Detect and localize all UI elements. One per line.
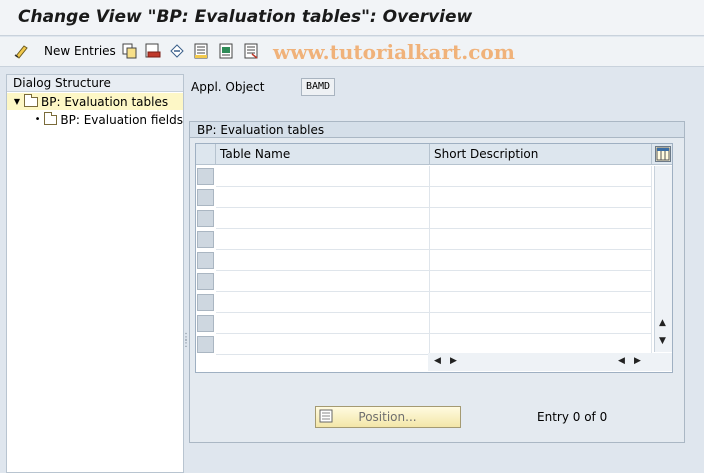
scroll-right-icon[interactable]: ▶: [634, 356, 641, 366]
cell-short-description[interactable]: [430, 313, 652, 334]
position-icon: [319, 409, 333, 426]
edit-glasses-icon: [14, 43, 30, 59]
title-bar: Change View "BP: Evaluation tables": Ove…: [0, 0, 704, 36]
deselect-all-button[interactable]: [243, 42, 259, 60]
row-selector[interactable]: [197, 189, 214, 206]
select-all-icon: [193, 43, 209, 59]
select-all-rows-button[interactable]: [196, 144, 216, 165]
table-row[interactable]: [216, 166, 652, 187]
column-table-name[interactable]: Table Name: [216, 144, 430, 165]
group-title: BP: Evaluation tables: [190, 122, 684, 138]
undo-icon: [169, 43, 185, 59]
cell-table-name[interactable]: [216, 334, 430, 355]
cell-short-description[interactable]: [430, 229, 652, 250]
cell-short-description[interactable]: [430, 292, 652, 313]
cell-table-name[interactable]: [216, 250, 430, 271]
pane-splitter-handle[interactable]: ⋮ ⋮: [181, 333, 191, 355]
cell-table-name[interactable]: [216, 313, 430, 334]
delete-icon: [145, 43, 161, 59]
table-settings-icon[interactable]: [655, 146, 671, 162]
scroll-up-icon[interactable]: ▲: [659, 318, 666, 328]
expand-arrow-icon[interactable]: ▼: [10, 97, 24, 106]
tree-item-evaluation-fields[interactable]: • BP: Evaluation fields: [7, 111, 183, 128]
cell-short-description[interactable]: [430, 334, 652, 355]
column-short-description[interactable]: Short Description: [430, 144, 652, 165]
dialog-structure-header: Dialog Structure: [7, 75, 183, 92]
table-row[interactable]: [216, 313, 652, 334]
dialog-structure-pane: Dialog Structure ▼ BP: Evaluation tables…: [6, 74, 184, 473]
tree-item-evaluation-tables[interactable]: ▼ BP: Evaluation tables: [7, 93, 183, 110]
row-selector[interactable]: [197, 336, 214, 353]
position-button-label: Position...: [358, 410, 417, 424]
cell-short-description[interactable]: [430, 250, 652, 271]
evaluation-tables-grid: Table Name Short Description ▲ ▼ ◀ ▶ ◀ ▶: [195, 143, 673, 373]
row-selector[interactable]: [197, 294, 214, 311]
tree-item-label: BP: Evaluation fields: [60, 112, 183, 127]
position-button[interactable]: Position...: [315, 406, 461, 428]
row-selector[interactable]: [197, 273, 214, 290]
deselect-all-icon: [243, 43, 259, 59]
scroll-down-icon[interactable]: ▼: [659, 336, 666, 346]
new-entries-button[interactable]: New Entries: [40, 42, 116, 60]
folder-open-icon: [24, 93, 38, 107]
cell-table-name[interactable]: [216, 187, 430, 208]
row-selector[interactable]: [197, 168, 214, 185]
row-selector[interactable]: [197, 231, 214, 248]
entry-count: Entry 0 of 0: [537, 410, 608, 424]
scroll-right-icon[interactable]: ▶: [450, 356, 457, 366]
table-row[interactable]: [216, 208, 652, 229]
cell-short-description[interactable]: [430, 187, 652, 208]
grid-header: Table Name Short Description: [196, 144, 672, 165]
table-row[interactable]: [216, 334, 652, 355]
watermark-text: www.tutorialkart.com: [273, 40, 515, 64]
cell-short-description[interactable]: [430, 271, 652, 292]
vertical-scrollbar[interactable]: ▲ ▼: [654, 166, 672, 352]
cell-table-name[interactable]: [216, 271, 430, 292]
table-row[interactable]: [216, 271, 652, 292]
cell-table-name[interactable]: [216, 229, 430, 250]
undo-change-button[interactable]: [169, 42, 185, 60]
new-entries-label: New Entries: [44, 44, 116, 58]
row-selector[interactable]: [197, 210, 214, 227]
table-row[interactable]: [216, 229, 652, 250]
cell-table-name[interactable]: [216, 166, 430, 187]
folder-icon: [44, 111, 58, 125]
cell-table-name[interactable]: [216, 208, 430, 229]
copy-icon: [122, 43, 138, 59]
cell-table-name[interactable]: [216, 292, 430, 313]
tree-item-label: BP: Evaluation tables: [41, 94, 169, 109]
select-all-button[interactable]: [193, 42, 209, 60]
row-selector[interactable]: [197, 252, 214, 269]
delete-button[interactable]: [145, 42, 161, 60]
scroll-left-icon[interactable]: ◀: [618, 356, 625, 366]
table-row[interactable]: [216, 187, 652, 208]
cell-short-description[interactable]: [430, 166, 652, 187]
scroll-left-icon[interactable]: ◀: [434, 356, 441, 366]
page-title: Change View "BP: Evaluation tables": Ove…: [18, 7, 473, 27]
select-block-icon: [218, 43, 234, 59]
appl-object-field: BAMD: [301, 78, 335, 96]
table-row[interactable]: [216, 292, 652, 313]
display-change-button[interactable]: [14, 42, 30, 60]
tree-bullet-icon: •: [34, 114, 41, 125]
select-block-button[interactable]: [218, 42, 234, 60]
appl-object-label: Appl. Object: [191, 80, 265, 94]
row-selector[interactable]: [197, 315, 214, 332]
table-row[interactable]: [216, 250, 652, 271]
horizontal-scrollbar[interactable]: ◀ ▶ ◀ ▶: [428, 353, 672, 371]
cell-short-description[interactable]: [430, 208, 652, 229]
copy-as-button[interactable]: [122, 42, 138, 60]
